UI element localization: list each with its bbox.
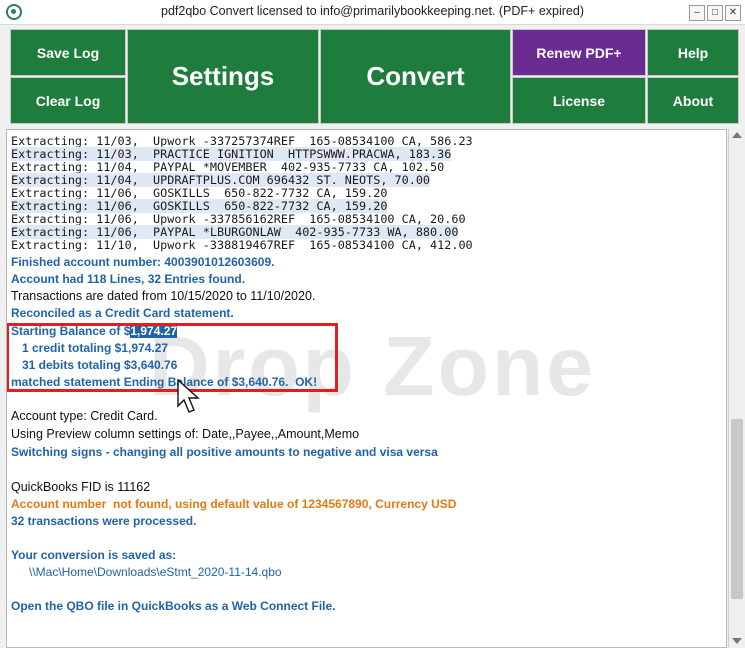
extract-line: Extracting: 11/06, Upwork -337856162REF … [11,212,466,226]
license-button[interactable]: License [512,77,646,124]
saved-path-line[interactable]: \\Mac\Home\Downloads\eStmt_2020-11-14.qb… [29,565,282,579]
minimize-icon[interactable]: – [689,5,705,21]
reconciled-line: Reconciled as a Credit Card statement. [11,306,234,320]
extract-line: Extracting: 11/04, UPDRAFTPLUS.COM 69643… [11,173,431,187]
vertical-scrollbar[interactable] [728,129,745,648]
extract-line: Extracting: 11/04, PAYPAL *MOVEMBER 402-… [11,160,445,174]
open-qbo-line: Open the QBO file in QuickBooks as a Web… [11,599,336,613]
switching-signs-line: Switching signs - changing all positive … [11,445,438,459]
finished-account-line: Finished account number: 400390101260360… [11,255,275,269]
fid-line: QuickBooks FID is 11162 [11,480,151,494]
highlight-box [7,323,338,392]
settings-button[interactable]: Settings [127,29,319,124]
extract-line: Extracting: 11/03, Upwork -337257374REF … [11,134,473,148]
processed-line: 32 transactions were processed. [11,514,197,528]
extract-line: Extracting: 11/06, GOSKILLS 650-822-7732… [11,199,388,213]
title-bar: pdf2qbo Convert licensed to info@primari… [0,0,745,25]
log-output[interactable]: Drop Zone Extracting: 11/03, Upwork -337… [6,129,727,648]
extract-line: Extracting: 11/03, PRACTICE IGNITION HTT… [11,147,452,161]
account-not-found-line: Account number not found, using default … [11,497,457,511]
toolbar: Save Log Clear Log Settings Convert Rene… [0,25,745,128]
window-title: pdf2qbo Convert licensed to info@primari… [161,4,584,18]
saved-as-line: Your conversion is saved as: [11,548,177,562]
dated-line: Transactions are dated from 10/15/2020 t… [11,289,316,303]
save-log-button[interactable]: Save Log [10,29,126,76]
scroll-up-icon[interactable] [732,132,742,138]
account-type-line: Account type: Credit Card. [11,409,158,423]
maximize-icon[interactable]: □ [707,5,723,21]
scroll-down-icon[interactable] [732,638,742,644]
extract-line: Extracting: 11/06, PAYPAL *LBURGONLAW 40… [11,225,459,239]
clear-log-button[interactable]: Clear Log [10,77,126,124]
about-button[interactable]: About [647,77,739,124]
pointer-cursor-icon [177,379,200,413]
convert-button[interactable]: Convert [320,29,511,124]
extract-line: Extracting: 11/10, Upwork -338819467REF … [11,238,473,252]
renew-pdf-button[interactable]: Renew PDF+ [512,29,646,76]
extract-line: Extracting: 11/06, GOSKILLS 650-822-7732… [11,186,388,200]
scroll-thumb[interactable] [731,419,743,599]
account-had-line: Account had 118 Lines, 32 Entries found. [11,272,246,286]
close-icon[interactable]: ✕ [725,5,741,21]
help-button[interactable]: Help [647,29,739,76]
preview-settings-line: Using Preview column settings of: Date,,… [11,427,360,441]
